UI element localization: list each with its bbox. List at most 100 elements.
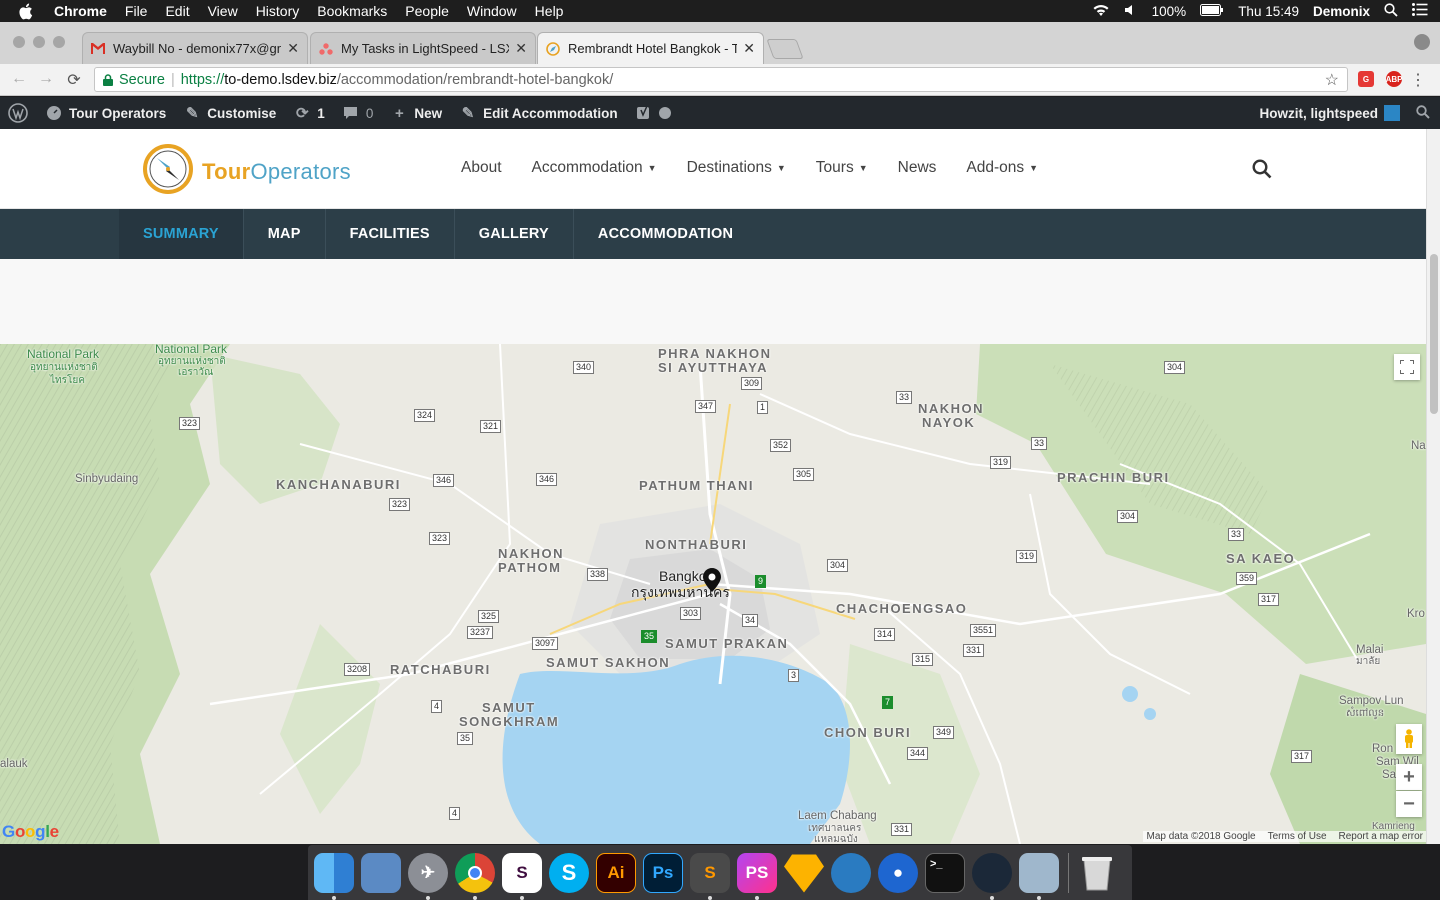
scrollbar-thumb[interactable] xyxy=(1430,254,1438,414)
menu-edit[interactable]: Edit xyxy=(165,3,189,19)
adblock-plus-icon[interactable]: ABP xyxy=(1386,71,1402,87)
menu-file[interactable]: File xyxy=(125,3,148,19)
fullscreen-icon[interactable] xyxy=(1394,354,1420,380)
page-scrollbar[interactable] xyxy=(1426,129,1440,844)
address-bar[interactable]: Secure | https:// to-demo.lsdev.biz /acc… xyxy=(94,67,1348,92)
wordpress-logo-icon[interactable] xyxy=(8,103,28,123)
tab-rembrandt-hotel[interactable]: Rembrandt Hotel Bangkok - To ✕ xyxy=(537,32,764,64)
hotel-location-marker-icon[interactable] xyxy=(703,568,721,597)
zoom-in-button[interactable]: + xyxy=(1396,764,1422,790)
google-map[interactable]: National Park อุทยานแห่งชาติ ไทรโยค Nati… xyxy=(0,344,1426,844)
road-shield: 344 xyxy=(907,747,929,760)
terms-of-use-link[interactable]: Terms of Use xyxy=(1268,831,1327,842)
back-arrow-icon[interactable]: ← xyxy=(9,70,29,88)
menu-window[interactable]: Window xyxy=(467,3,517,19)
site-logo[interactable]: TourOperators xyxy=(142,143,351,200)
launchpad-icon[interactable]: ✈ xyxy=(408,852,448,900)
illustrator-icon[interactable]: Ai xyxy=(596,852,636,893)
wp-updates[interactable]: ⟳ 1 xyxy=(294,105,325,122)
maps-icon[interactable]: ● xyxy=(878,852,918,893)
wp-comments-count: 0 xyxy=(365,105,374,121)
wp-customise[interactable]: ✎ Customise xyxy=(184,105,276,122)
road-shield: 4 xyxy=(449,807,461,820)
profile-icon[interactable] xyxy=(1414,34,1430,50)
user-name[interactable]: Demonix xyxy=(1313,4,1370,19)
extension-grammarly-icon[interactable]: G xyxy=(1358,71,1374,87)
wp-comments[interactable]: 0 xyxy=(343,105,374,121)
menu-app-name[interactable]: Chrome xyxy=(54,3,107,19)
wp-edit-accommodation[interactable]: ✎ Edit Accommodation xyxy=(460,105,618,122)
preview-icon[interactable] xyxy=(361,852,401,893)
search-icon[interactable] xyxy=(1252,159,1272,179)
notification-center-icon[interactable] xyxy=(1412,3,1428,19)
bookmark-star-icon[interactable]: ☆ xyxy=(1325,70,1339,90)
volume-icon[interactable] xyxy=(1124,3,1138,20)
chrome-icon[interactable] xyxy=(455,852,495,900)
tab-gallery[interactable]: GALLERY xyxy=(455,209,574,259)
tab-facilities[interactable]: FACILITIES xyxy=(326,209,455,259)
menu-bookmarks[interactable]: Bookmarks xyxy=(317,3,387,19)
photoshop-icon[interactable]: Ps xyxy=(643,852,683,893)
close-tab-icon[interactable]: ✕ xyxy=(515,40,527,57)
apple-icon[interactable] xyxy=(18,3,38,19)
spotlight-icon[interactable] xyxy=(1384,2,1398,20)
slack-icon[interactable]: S xyxy=(502,852,542,900)
seo-status-dot-icon xyxy=(658,107,671,119)
close-tab-icon[interactable]: ✕ xyxy=(287,40,299,57)
zoom-window-button[interactable] xyxy=(53,36,65,48)
road-shield: 324 xyxy=(414,409,436,422)
menu-view[interactable]: View xyxy=(208,3,238,19)
sequel-pro-icon[interactable] xyxy=(831,852,871,893)
terminal-icon[interactable]: >_ xyxy=(925,852,965,893)
wifi-icon[interactable] xyxy=(1092,3,1110,20)
nav-news[interactable]: News xyxy=(898,159,937,177)
skype-icon[interactable]: S xyxy=(549,852,589,893)
wp-yoast[interactable] xyxy=(636,105,671,121)
browser-toolbar: ← → ⟳ Secure | https:// to-demo.lsdev.bi… xyxy=(0,64,1440,96)
menu-help[interactable]: Help xyxy=(535,3,564,19)
menu-people[interactable]: People xyxy=(405,3,449,19)
wp-search-icon[interactable] xyxy=(1416,104,1430,122)
minimize-window-button[interactable] xyxy=(33,36,45,48)
wp-new[interactable]: + New xyxy=(391,105,442,122)
wp-my-account[interactable]: Howzit, lightspeed xyxy=(1259,104,1430,122)
google-logo[interactable]: Google xyxy=(2,822,59,842)
close-tab-icon[interactable]: ✕ xyxy=(743,40,755,57)
street-view-pegman-icon[interactable] xyxy=(1396,724,1422,754)
nav-add-ons[interactable]: Add-ons ▼ xyxy=(966,159,1038,177)
tab-accommodation[interactable]: ACCOMMODATION xyxy=(574,209,757,259)
steam-icon[interactable] xyxy=(972,852,1012,900)
nav-tours[interactable]: Tours ▼ xyxy=(816,159,868,177)
road-shield: 34 xyxy=(742,614,759,627)
photos-icon[interactable] xyxy=(1019,852,1059,900)
battery-icon[interactable] xyxy=(1200,3,1224,19)
tab-map[interactable]: MAP xyxy=(244,209,326,259)
nav-about[interactable]: About xyxy=(461,159,502,177)
tab-summary[interactable]: SUMMARY xyxy=(119,209,244,259)
finder-icon[interactable] xyxy=(314,852,354,900)
forward-arrow-icon[interactable]: → xyxy=(36,70,56,88)
tab-title: Rembrandt Hotel Bangkok - To xyxy=(568,41,738,56)
report-map-error-link[interactable]: Report a map error xyxy=(1339,831,1423,842)
menu-history[interactable]: History xyxy=(256,3,300,19)
logo-text-rest: Operators xyxy=(250,158,351,184)
chrome-menu-icon[interactable]: ⋮ xyxy=(1410,70,1426,90)
phpstorm-icon[interactable]: PS xyxy=(737,852,777,900)
compass-icon xyxy=(546,41,560,56)
map-label: National Park xyxy=(27,347,100,361)
tab-asana[interactable]: My Tasks in LightSpeed - LSX ✕ xyxy=(310,32,536,64)
new-tab-button[interactable] xyxy=(766,39,804,59)
close-window-button[interactable] xyxy=(13,36,25,48)
sublime-icon[interactable]: S xyxy=(690,852,730,900)
clock[interactable]: Thu 15:49 xyxy=(1238,4,1299,19)
reload-icon[interactable]: ⟳ xyxy=(64,70,84,90)
nav-destinations[interactable]: Destinations ▼ xyxy=(687,159,786,177)
nav-accommodation[interactable]: Accommodation ▼ xyxy=(532,159,657,177)
sketch-icon[interactable] xyxy=(784,854,824,893)
trash-icon[interactable] xyxy=(1077,853,1117,893)
wp-site-name[interactable]: Tour Operators xyxy=(46,105,166,121)
zoom-out-button[interactable]: − xyxy=(1396,791,1422,817)
tab-gmail[interactable]: Waybill No - demonix77x@gmail.com ✕ xyxy=(82,32,308,64)
road-shield: 346 xyxy=(536,473,558,486)
road-shield: 323 xyxy=(389,498,411,511)
